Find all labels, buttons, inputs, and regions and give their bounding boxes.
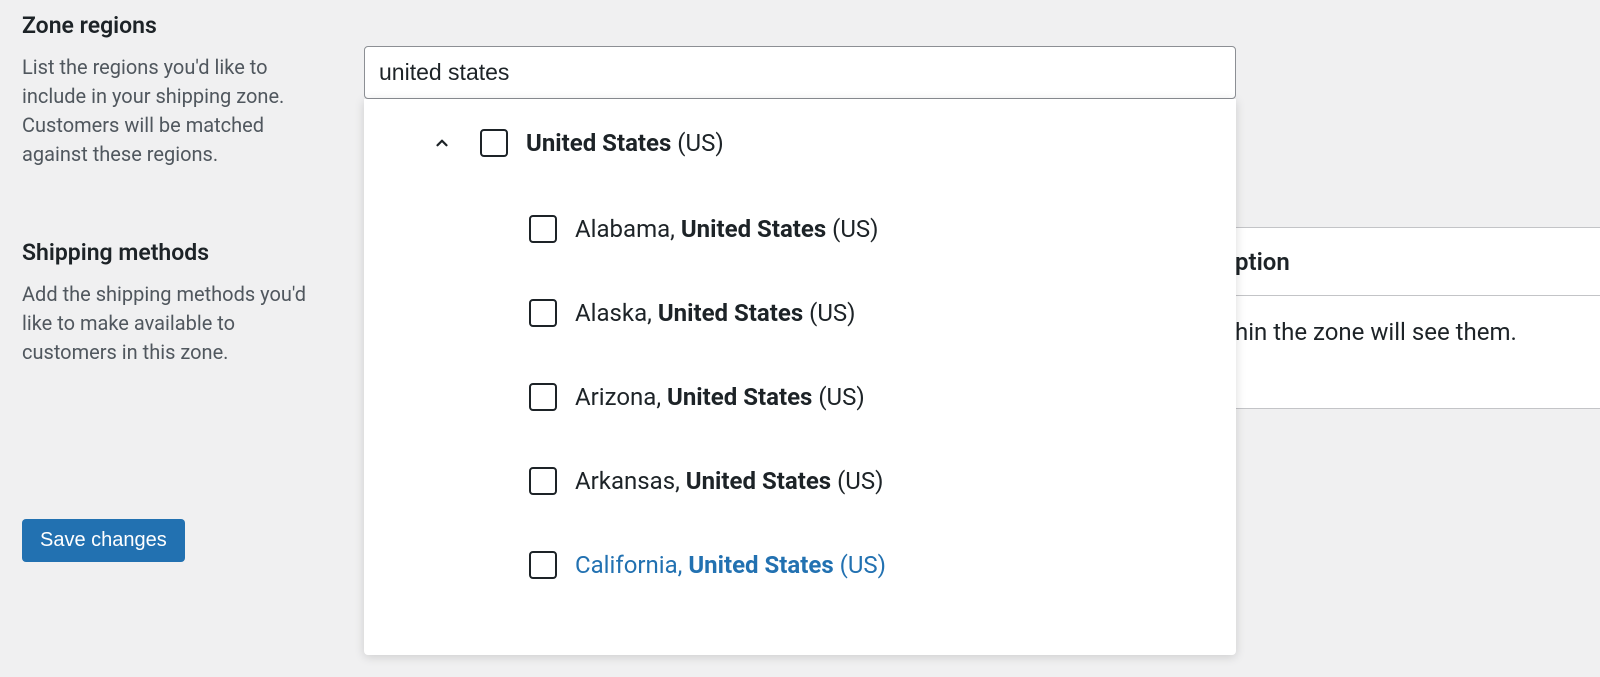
region-child-label: Alaska, United States (US) [575,299,856,327]
chevron-up-icon[interactable] [430,131,454,155]
region-child-item[interactable]: Alaska, United States (US) [364,271,1236,355]
shipping-methods-desc: Add the shipping methods you'd like to m… [22,280,332,367]
region-child-checkbox[interactable] [529,215,557,243]
spacer [479,553,503,577]
shipping-methods-section: Shipping methods Add the shipping method… [22,239,332,367]
spacer [479,385,503,409]
region-child-label: Alabama, United States (US) [575,215,879,243]
region-child-item[interactable]: California, United States (US) [364,523,1236,607]
region-child-checkbox[interactable] [529,383,557,411]
region-child-checkbox[interactable] [529,551,557,579]
region-child-label: California, United States (US) [575,551,886,579]
zone-regions-desc: List the regions you'd like to include i… [22,53,332,169]
region-child-checkbox[interactable] [529,299,557,327]
spacer [479,217,503,241]
region-child-checkbox[interactable] [529,467,557,495]
shipping-methods-title: Shipping methods [22,239,332,266]
region-dropdown: United States (US) Alabama, United State… [364,99,1236,655]
region-search-input[interactable] [364,46,1236,99]
region-child-label: Arkansas, United States (US) [575,467,883,495]
region-child-item[interactable]: Arkansas, United States (US) [364,439,1236,523]
spacer [479,301,503,325]
spacer [479,469,503,493]
region-child-item[interactable]: Arizona, United States (US) [364,355,1236,439]
table-header-fragment: ption [1235,228,1600,296]
table-body-fragment: hin the zone will see them. [1235,296,1600,346]
region-parent-checkbox[interactable] [480,129,508,157]
region-parent-item[interactable]: United States (US) [364,99,1236,187]
save-button[interactable]: Save changes [22,519,185,562]
zone-regions-title: Zone regions [22,12,332,39]
region-child-label: Arizona, United States (US) [575,383,865,411]
region-child-item[interactable]: Alabama, United States (US) [364,187,1236,271]
zone-regions-section: Zone regions List the regions you'd like… [22,12,332,169]
region-parent-label: United States (US) [526,129,724,157]
table-fragment: ption hin the zone will see them. [1235,227,1600,409]
